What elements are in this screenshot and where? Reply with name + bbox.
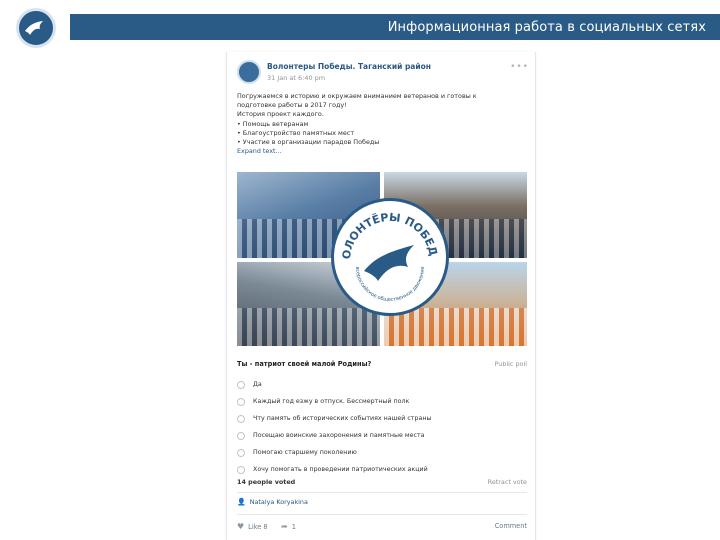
group-name-link[interactable]: Волонтеры Победы. Таганский район xyxy=(267,62,431,71)
like-count: Like 8 xyxy=(248,522,268,531)
post-text-line: • Участие в организации парадов Победы xyxy=(237,138,380,147)
poll-option[interactable]: Помогаю старшему поколению xyxy=(237,444,527,461)
more-icon[interactable]: ••• xyxy=(510,62,529,72)
user-icon: 👤 xyxy=(237,498,246,506)
post-header: Волонтеры Победы. Таганский район 31 Jan… xyxy=(237,60,529,86)
share-count: 1 xyxy=(291,522,296,531)
svg-text:всероссийское общественное дви: всероссийское общественное движение xyxy=(354,266,426,303)
photo-collage: ВОЛОНТЁРЫ ПОБЕДЫ всероссийское обществен… xyxy=(237,172,527,346)
post-text-line: • Благоустройство памятных мест xyxy=(237,128,355,137)
header-bar: Информационная работа в социальных сетях xyxy=(70,14,720,40)
poll-option[interactable]: Чту память об исторических событиях наше… xyxy=(237,410,527,427)
share-icon: ➦ xyxy=(281,522,288,531)
post-author[interactable]: 👤 Natalya Koryakina xyxy=(237,498,308,506)
poll-type: Public poll xyxy=(494,360,527,368)
post-text-line: История проект каждого. xyxy=(237,110,324,119)
emblem-top-text: ВОЛОНТЁРЫ ПОБЕДЫ xyxy=(334,201,440,260)
post-text-line: Погружаемся в историю и окружаем внимани… xyxy=(237,92,477,100)
dove-icon xyxy=(25,21,43,35)
post-text: Погружаемся в историю и окружаем внимани… xyxy=(237,92,529,156)
post-actions: ♥ Like 8 ➦ 1 Comment xyxy=(237,522,527,534)
divider xyxy=(237,514,527,515)
dove-icon xyxy=(364,245,414,281)
radio-icon[interactable] xyxy=(237,397,245,406)
radio-icon[interactable] xyxy=(237,465,245,474)
like-button[interactable]: ♥ Like 8 xyxy=(237,522,268,531)
svg-text:ВОЛОНТЁРЫ ПОБЕДЫ: ВОЛОНТЁРЫ ПОБЕДЫ xyxy=(334,201,440,260)
post-date[interactable]: 31 Jan at 6:40 pm xyxy=(267,74,325,82)
poll-option[interactable]: Посещаю воинские захоронения и памятные … xyxy=(237,427,527,444)
slide: Информационная работа в социальных сетях… xyxy=(0,0,720,540)
group-avatar[interactable] xyxy=(237,60,261,84)
poll-votes[interactable]: 14 people voted xyxy=(237,478,295,486)
poll-question: Ты - патриот своей малой Родины? xyxy=(237,360,372,368)
vk-post-screenshot: Волонтеры Победы. Таганский район 31 Jan… xyxy=(226,52,536,540)
heart-icon: ♥ xyxy=(237,522,245,531)
radio-icon[interactable] xyxy=(237,448,245,457)
poll-option[interactable]: Да xyxy=(237,376,527,393)
emblem-bottom-text: всероссийское общественное движение xyxy=(354,266,426,303)
radio-icon[interactable] xyxy=(237,414,245,423)
volunteers-logo xyxy=(16,8,56,48)
retract-vote-link[interactable]: Retract vote xyxy=(488,478,527,486)
author-name[interactable]: Natalya Koryakina xyxy=(250,498,308,506)
poll-option[interactable]: Каждый год езжу в отпуск. Бессмертный по… xyxy=(237,393,527,410)
share-button[interactable]: ➦ 1 xyxy=(281,522,296,531)
radio-icon[interactable] xyxy=(237,431,245,440)
divider xyxy=(237,492,527,493)
expand-text-link[interactable]: Expand text... xyxy=(237,147,529,156)
comment-button[interactable]: Comment xyxy=(495,522,527,530)
volunteers-emblem: ВОЛОНТЁРЫ ПОБЕДЫ всероссийское обществен… xyxy=(331,198,449,316)
radio-icon[interactable] xyxy=(237,380,245,389)
poll: Ты - патриот своей малой Родины? Public … xyxy=(237,354,527,536)
poll-option[interactable]: Хочу помогать в проведении патриотически… xyxy=(237,461,527,478)
slide-title: Информационная работа в социальных сетях xyxy=(387,19,706,35)
post-text-line: • Помощь ветеранам xyxy=(237,119,309,128)
poll-options: Да Каждый год езжу в отпуск. Бессмертный… xyxy=(237,376,527,478)
post-text-line: подготовке работы в 2017 году! xyxy=(237,101,347,110)
